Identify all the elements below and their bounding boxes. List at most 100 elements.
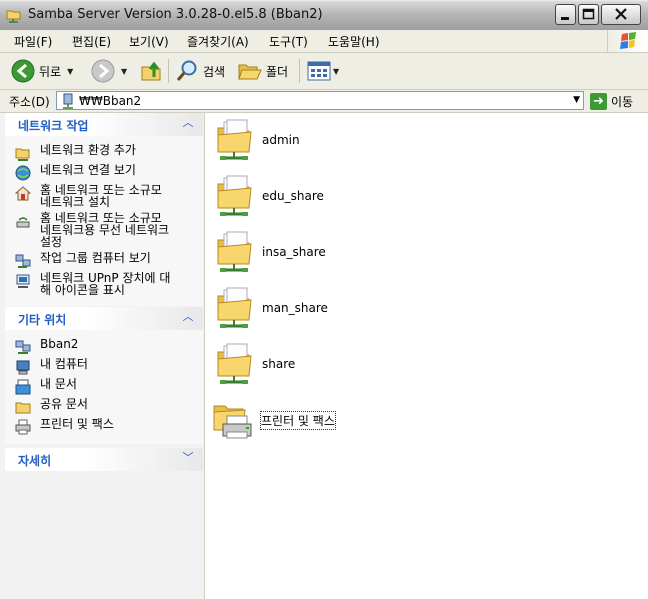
- search-label: 검색: [203, 64, 226, 79]
- network-tasks-body: 네트워크 환경 추가 네트워크 연결 보기 홈 네트워크 또는 소규모 네트워크…: [5, 136, 203, 306]
- place-my-documents[interactable]: 내 문서: [15, 378, 77, 395]
- file-item-admin[interactable]: admin: [215, 118, 300, 162]
- title-bar[interactable]: Samba Server Version 3.0.28-0.el5.8 (Bba…: [0, 0, 648, 31]
- up-folder-button[interactable]: [140, 53, 164, 89]
- network-tasks-title: 네트워크 작업: [18, 119, 89, 133]
- network-tasks-header[interactable]: 네트워크 작업 ︿: [5, 113, 203, 136]
- forward-button[interactable]: ▼: [91, 53, 127, 89]
- task-label: 홈 네트워크 또는 소규모 네트워크 설치: [40, 183, 162, 209]
- file-list-pane: admin edu_share insa_share man_share sha…: [205, 113, 648, 599]
- place-shared-documents[interactable]: 공유 문서: [15, 398, 88, 415]
- my-computer-icon: [16, 360, 30, 375]
- task-label: 네트워크 UPnP 장치에 대 해 아이콘을 표시: [40, 271, 171, 297]
- minimize-icon: [561, 17, 569, 20]
- back-button[interactable]: 뒤로 ▼: [11, 53, 73, 89]
- printer-folder-icon: [210, 398, 256, 442]
- menu-favorites[interactable]: 즐겨찾기(A): [187, 33, 249, 50]
- upnp-device-icon: [16, 274, 30, 288]
- explorer-window: Samba Server Version 3.0.28-0.el5.8 (Bba…: [0, 0, 648, 599]
- folders-button[interactable]: 폴더: [238, 53, 288, 89]
- file-name: 프린터 및 팩스: [260, 410, 336, 430]
- expand-chevron-icon[interactable]: ﹀: [181, 451, 195, 465]
- wireless-network-icon: [16, 217, 30, 228]
- address-dropdown-icon[interactable]: ▼: [573, 95, 580, 105]
- shared-folder-icon: [215, 230, 255, 274]
- shared-folder-icon: [215, 118, 255, 162]
- maximize-button[interactable]: [578, 4, 599, 25]
- place-label: 공유 문서: [40, 397, 88, 411]
- task-label: 네트워크 환경 추가: [40, 143, 136, 157]
- forward-dropdown-icon[interactable]: ▼: [121, 67, 127, 76]
- search-button[interactable]: 검색: [175, 53, 225, 89]
- search-icon: [176, 60, 197, 81]
- go-button[interactable]: ➜ 이동: [590, 92, 633, 110]
- file-name: share: [262, 357, 296, 371]
- shared-folder-icon: [215, 342, 255, 386]
- place-bban2[interactable]: Bban2: [15, 338, 78, 355]
- windows-logo: [607, 30, 648, 52]
- place-label: 프린터 및 팩스: [40, 417, 114, 431]
- address-label: 주소(D): [9, 95, 50, 109]
- task-setup-home-network[interactable]: 홈 네트워크 또는 소규모 네트워크 설치: [15, 184, 162, 208]
- close-icon: [615, 8, 627, 20]
- home-network-icon: [15, 186, 31, 201]
- minimize-button[interactable]: [555, 4, 576, 25]
- task-add-network-place[interactable]: 네트워크 환경 추가: [15, 144, 136, 161]
- back-dropdown-icon[interactable]: ▼: [67, 67, 73, 76]
- file-name: man_share: [262, 301, 328, 315]
- place-printers-faxes[interactable]: 프린터 및 팩스: [15, 418, 114, 435]
- shared-folder-icon: [215, 286, 255, 330]
- close-button[interactable]: [601, 4, 641, 25]
- collapse-chevron-icon[interactable]: ︿: [181, 116, 195, 130]
- shared-folder-icon: [215, 174, 255, 218]
- window-title: Samba Server Version 3.0.28-0.el5.8 (Bba…: [28, 7, 323, 22]
- menu-view[interactable]: 보기(V): [129, 33, 169, 50]
- collapse-chevron-icon[interactable]: ︿: [181, 310, 195, 324]
- add-network-place-icon: [15, 148, 30, 161]
- details-header[interactable]: 자세히 ﹀: [5, 448, 203, 471]
- network-folder-icon: [6, 10, 21, 23]
- view-mode-button[interactable]: ▼: [307, 53, 339, 89]
- network-computer-icon: [15, 340, 31, 354]
- other-places-header[interactable]: 기타 위치 ︿: [5, 307, 203, 330]
- address-input[interactable]: ₩₩Bban2 ▼: [56, 91, 584, 110]
- other-places-body: Bban2 내 컴퓨터 내 문서 공유 문서 프린터 및 팩스: [5, 330, 203, 444]
- toolbar: 뒤로 ▼ ▼ 검색 폴더 ▼: [0, 53, 648, 90]
- menu-edit[interactable]: 편집(E): [72, 33, 111, 50]
- task-label: 홈 네트워크 또는 소규모 네트워크용 무선 네트워크 설정: [40, 211, 170, 249]
- file-item-edu-share[interactable]: edu_share: [215, 174, 324, 218]
- file-item-man-share[interactable]: man_share: [215, 286, 328, 330]
- task-view-workgroup[interactable]: 작업 그룹 컴퓨터 보기: [15, 252, 151, 269]
- workgroup-icon: [15, 254, 31, 268]
- file-item-share[interactable]: share: [215, 342, 295, 386]
- place-label: 내 컴퓨터: [40, 357, 88, 371]
- menu-bar: 파일(F) 편집(E) 보기(V) 즐겨찾기(A) 도구(T) 도움말(H): [0, 30, 648, 53]
- network-computer-icon: [63, 93, 73, 109]
- task-setup-wireless-network[interactable]: 홈 네트워크 또는 소규모 네트워크용 무선 네트워크 설정: [15, 212, 169, 248]
- task-pane: 네트워크 작업 ︿ 네트워크 환경 추가 네트워크 연결 보기 홈 네트워크 또…: [0, 113, 205, 599]
- maximize-icon: [582, 8, 595, 20]
- up-folder-icon: [141, 61, 161, 81]
- windows-flag-icon: [620, 32, 636, 49]
- go-arrow-icon: ➜: [590, 92, 607, 110]
- network-connections-icon: [15, 165, 31, 181]
- task-view-network-connections[interactable]: 네트워크 연결 보기: [15, 164, 136, 181]
- file-name: admin: [262, 133, 300, 147]
- view-dropdown-icon[interactable]: ▼: [333, 67, 339, 76]
- menu-file[interactable]: 파일(F): [14, 33, 52, 50]
- go-label: 이동: [611, 94, 634, 109]
- menu-tools[interactable]: 도구(T): [269, 33, 308, 50]
- menu-help[interactable]: 도움말(H): [328, 33, 380, 50]
- details-title: 자세히: [18, 454, 52, 468]
- file-name: insa_share: [262, 245, 326, 259]
- file-item-insa-share[interactable]: insa_share: [215, 230, 326, 274]
- file-item-printers-faxes[interactable]: 프린터 및 팩스: [210, 398, 336, 442]
- shared-documents-icon: [15, 402, 31, 414]
- address-value: ₩₩Bban2: [79, 94, 142, 108]
- other-places-title: 기타 위치: [18, 313, 67, 327]
- place-my-computer[interactable]: 내 컴퓨터: [15, 358, 88, 375]
- task-show-upnp-icons[interactable]: 네트워크 UPnP 장치에 대 해 아이콘을 표시: [15, 272, 170, 296]
- my-documents-icon: [15, 379, 31, 395]
- place-label: 내 문서: [40, 377, 77, 391]
- forward-arrow-icon: [91, 59, 115, 83]
